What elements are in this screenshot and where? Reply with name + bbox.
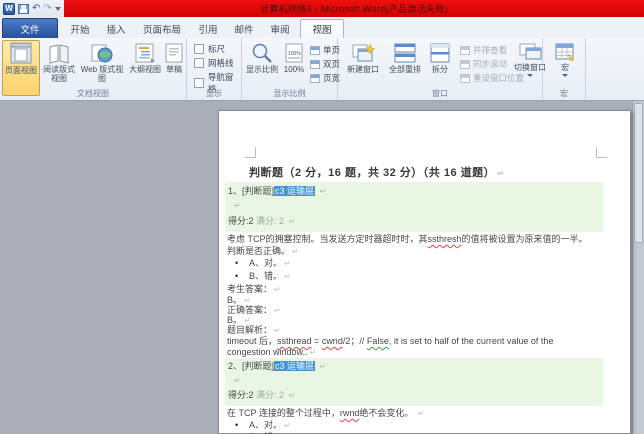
switch-windows-icon [519,43,542,60]
tab-references[interactable]: 引用 [192,19,224,38]
two-pages-icon [310,59,320,69]
document-area: 判断题（2 分，16 题，共 32 分）（共 16 道题） 1、[判断题]c3 … [0,101,644,434]
question-1-score-line: 得分:2 满分: 2 [228,216,295,227]
group-zoom: 显示比例 100% 100% 单页 双页 页宽 显示比例 [242,38,340,100]
question-2-stem: 在 TCP 连接的整个过程中，rwnd绝不会变化。 [227,408,425,419]
explanation-label: 题目解析： [227,325,281,336]
group-label-zoom: 显示比例 [273,89,306,98]
tab-mailings[interactable]: 邮件 [228,19,260,38]
spellcheck-word: ssthread [277,336,312,346]
question-1-title: 1、[判断题]c3 运输层 [228,186,326,197]
gridlines-checkbox[interactable]: 网格线 [194,57,234,69]
spellcheck-word: cwnd [321,336,343,346]
tab-file[interactable]: 文件 [2,18,58,38]
question-1-stem-line-2: 判断是否正确。 [227,246,299,257]
split-icon [430,43,450,63]
checkbox-icon [194,78,204,88]
question-1-header-block: 1、[判断题]c3 运输层 得分:2 满分: 2 [225,182,603,232]
quick-access-toolbar: W ↶ ↷ [0,0,64,17]
save-icon[interactable] [18,3,29,14]
title-text-area: 计算机网络3 - Microsoft Word(产品激活失败) [64,0,644,17]
group-macros: 宏 宏 [543,38,586,100]
question-1-stem-line-1: 考虑 TCP的拥塞控制。当发送方定时器超时时，其ssthresh的值将被设置为原… [227,234,588,244]
group-label-show: 显示 [206,89,222,98]
empty-paragraph [232,375,241,386]
spellcheck-word: ssthresh [427,234,462,244]
group-label-window: 窗口 [432,89,448,98]
web-layout-icon [91,44,113,63]
vertical-scrollbar[interactable] [632,101,644,434]
ribbon-tab-row: 文件 开始 插入 页面布局 引用 邮件 审阅 视图 [0,17,644,38]
macros-icon [555,43,575,62]
magnifier-icon [252,43,272,63]
margin-crop-mark [245,147,256,158]
window-title: 计算机网络3 - Microsoft Word(产品激活失败) [260,4,448,14]
reset-position-icon [460,73,470,83]
question-1-option-b: B、错。 [235,271,291,282]
arrange-all-icon [394,43,416,63]
checkbox-icon [194,44,204,54]
undo-icon[interactable]: ↶ [32,3,40,14]
qat-customize-caret-icon[interactable] [54,6,61,11]
question-2-option-a: A、对。 [235,420,291,431]
document-page[interactable]: 判断题（2 分，16 题，共 32 分）（共 16 道题） 1、[判断题]c3 … [218,110,631,434]
one-page-icon [310,45,320,55]
explanation-line-1: timeout 后，ssthread = cwnd/2；// False, it… [227,336,554,346]
outline-view-icon [135,43,155,63]
selected-text[interactable]: c3 运输层 [274,186,316,196]
one-page-button[interactable]: 单页 [310,44,340,56]
section-heading: 判断题（2 分，16 题，共 32 分）（共 16 道题） [249,164,504,180]
tab-insert[interactable]: 插入 [100,19,132,38]
svg-text:100%: 100% [288,51,301,57]
question-2-header-block: 2、[判断题]c3 运输层 得分:2 满分: 2 [225,358,603,406]
group-window: 新建窗口 全部重排 拆分 并排查看 同步滚动 重设窗口位置 切换窗口 窗口 [338,38,546,100]
sync-scrolling-icon [460,59,470,69]
switch-windows-caret-icon [527,74,533,77]
view-side-by-side-button: 并排查看 [460,44,507,56]
synchronous-scrolling-button: 同步滚动 [460,58,507,70]
draft-view-icon [165,43,183,63]
explanation-line-2: congestion window.. [227,347,316,358]
tab-home[interactable]: 开始 [64,19,96,38]
page-width-icon [310,73,320,83]
group-label-macros: 宏 [560,89,568,98]
ribbon: 页面视图 阅读版式视图 Web 版式视图 大纲视图 草稿 文档视图 标尺 网格线… [0,38,644,101]
empty-paragraph [232,200,241,211]
tab-page-layout[interactable]: 页面布局 [136,19,188,38]
group-show: 标尺 网格线 导航窗格 显示 [187,38,242,100]
checkbox-icon [194,58,204,68]
macros-caret-icon [562,74,568,77]
word-logo-icon[interactable]: W [3,2,15,15]
title-bar: W ↶ ↷ 计算机网络3 - Microsoft Word(产品激活失败) [0,0,644,17]
side-by-side-icon [460,45,470,55]
page-view-icon [10,42,32,64]
new-window-icon [352,43,376,62]
scrollbar-thumb[interactable] [634,103,643,243]
question-2-score-line: 得分:2 满分: 2 [228,390,295,401]
ruler-checkbox[interactable]: 标尺 [194,43,225,55]
group-document-views: 页面视图 阅读版式视图 Web 版式视图 大纲视图 草稿 文档视图 [0,38,187,100]
two-pages-button[interactable]: 双页 [310,58,340,70]
question-1-option-a: A、对。 [235,258,291,269]
zoom-100-icon: 100% [285,43,303,63]
group-label-document-views: 文档视图 [77,89,109,98]
reading-view-icon [49,44,69,64]
word-window: W ↶ ↷ 计算机网络3 - Microsoft Word(产品激活失败) 文件… [0,0,644,434]
margin-crop-mark [596,147,607,158]
question-2-title: 2、[判断题]c3 运输层 [228,361,326,372]
tab-view[interactable]: 视图 [300,19,344,38]
redo-icon[interactable]: ↷ [43,3,51,14]
spellcheck-word: rwnd [339,408,360,418]
page-width-button[interactable]: 页宽 [310,72,340,84]
tab-review[interactable]: 审阅 [264,19,296,38]
grammar-word: False [366,336,389,346]
student-answer-label: 考生答案： [227,284,281,295]
selected-text[interactable]: c3 运输层 [274,361,316,371]
